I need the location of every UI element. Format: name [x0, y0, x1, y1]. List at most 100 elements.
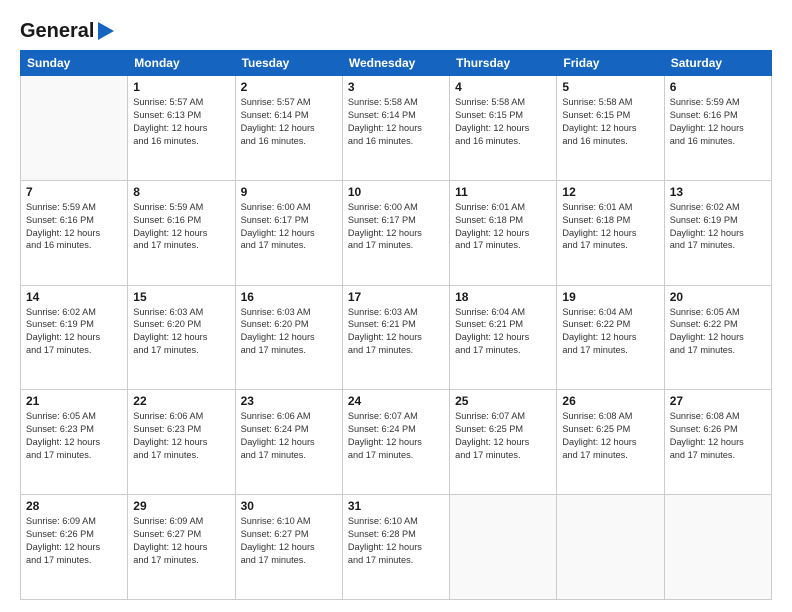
day-number: 19 — [562, 290, 658, 304]
day-cell: 20 Sunrise: 6:05 AMSunset: 6:22 PMDayligh… — [664, 285, 771, 390]
logo-general: General — [20, 21, 94, 41]
day-info: Sunrise: 6:10 AMSunset: 6:27 PMDaylight:… — [241, 515, 337, 567]
day-number: 9 — [241, 185, 337, 199]
day-number: 20 — [670, 290, 766, 304]
day-number: 12 — [562, 185, 658, 199]
day-info: Sunrise: 6:02 AMSunset: 6:19 PMDaylight:… — [26, 306, 122, 358]
day-cell: 10Sunrise: 6:00 AMSunset: 6:17 PMDayligh… — [342, 180, 449, 285]
day-number: 8 — [133, 185, 229, 199]
day-number: 29 — [133, 499, 229, 513]
day-info: Sunrise: 5:57 AMSunset: 6:13 PMDaylight:… — [133, 96, 229, 148]
weekday-header-sunday: Sunday — [21, 51, 128, 76]
day-info: Sunrise: 6:03 AMSunset: 6:21 PMDaylight:… — [348, 306, 444, 358]
day-info: Sunrise: 6:03 AMSunset: 6:20 PMDaylight:… — [133, 306, 229, 358]
day-number: 23 — [241, 394, 337, 408]
day-cell — [557, 495, 664, 600]
page: General SundayMondayTuesdayWednesdayThur… — [0, 0, 792, 612]
day-cell: 13Sunrise: 6:02 AMSunset: 6:19 PMDayligh… — [664, 180, 771, 285]
day-info: Sunrise: 6:05 AMSunset: 6:23 PMDaylight:… — [26, 410, 122, 462]
day-cell: 12 Sunrise: 6:01 AMSunset: 6:18 PMDayligh… — [557, 180, 664, 285]
day-cell: 5 Sunrise: 5:58 AMSunset: 6:15 PMDaylight… — [557, 76, 664, 181]
day-info: Sunrise: 6:04 AMSunset: 6:21 PMDaylight:… — [455, 306, 551, 358]
day-cell: 31 Sunrise: 6:10 AMSunset: 6:28 PMDayligh… — [342, 495, 449, 600]
day-cell: 23Sunrise: 6:06 AMSunset: 6:24 PMDayligh… — [235, 390, 342, 495]
day-number: 17 — [348, 290, 444, 304]
day-number: 26 — [562, 394, 658, 408]
day-cell: 30 Sunrise: 6:10 AMSunset: 6:27 PMDayligh… — [235, 495, 342, 600]
day-number: 18 — [455, 290, 551, 304]
day-info: Sunrise: 6:05 AMSunset: 6:22 PMDaylight:… — [670, 306, 766, 358]
logo-triangle-icon — [96, 20, 116, 42]
day-number: 22 — [133, 394, 229, 408]
day-number: 6 — [670, 80, 766, 94]
calendar-table: SundayMondayTuesdayWednesdayThursdayFrid… — [20, 50, 772, 600]
week-row-4: 21 Sunrise: 6:05 AMSunset: 6:23 PMDayligh… — [21, 390, 772, 495]
weekday-header-monday: Monday — [128, 51, 235, 76]
day-cell: 8 Sunrise: 5:59 AMSunset: 6:16 PMDaylight… — [128, 180, 235, 285]
day-number: 24 — [348, 394, 444, 408]
day-cell: 29 Sunrise: 6:09 AMSunset: 6:27 PMDayligh… — [128, 495, 235, 600]
day-info: Sunrise: 6:08 AMSunset: 6:25 PMDaylight:… — [562, 410, 658, 462]
day-number: 5 — [562, 80, 658, 94]
day-cell: 3 Sunrise: 5:58 AMSunset: 6:14 PMDaylight… — [342, 76, 449, 181]
day-number: 3 — [348, 80, 444, 94]
day-info: Sunrise: 6:04 AMSunset: 6:22 PMDaylight:… — [562, 306, 658, 358]
day-cell — [21, 76, 128, 181]
day-cell — [664, 495, 771, 600]
day-info: Sunrise: 5:58 AMSunset: 6:15 PMDaylight:… — [562, 96, 658, 148]
day-info: Sunrise: 6:03 AMSunset: 6:20 PMDaylight:… — [241, 306, 337, 358]
day-cell: 17 Sunrise: 6:03 AMSunset: 6:21 PMDayligh… — [342, 285, 449, 390]
day-number: 7 — [26, 185, 122, 199]
day-info: Sunrise: 6:07 AMSunset: 6:24 PMDaylight:… — [348, 410, 444, 462]
day-cell: 26 Sunrise: 6:08 AMSunset: 6:25 PMDayligh… — [557, 390, 664, 495]
day-cell: 19 Sunrise: 6:04 AMSunset: 6:22 PMDayligh… — [557, 285, 664, 390]
day-info: Sunrise: 6:00 AMSunset: 6:17 PMDaylight:… — [241, 201, 337, 253]
day-info: Sunrise: 5:58 AMSunset: 6:14 PMDaylight:… — [348, 96, 444, 148]
day-cell: 9 Sunrise: 6:00 AMSunset: 6:17 PMDaylight… — [235, 180, 342, 285]
day-number: 14 — [26, 290, 122, 304]
day-number: 11 — [455, 185, 551, 199]
day-number: 10 — [348, 185, 444, 199]
day-info: Sunrise: 6:10 AMSunset: 6:28 PMDaylight:… — [348, 515, 444, 567]
day-info: Sunrise: 5:59 AMSunset: 6:16 PMDaylight:… — [133, 201, 229, 253]
day-cell: 25 Sunrise: 6:07 AMSunset: 6:25 PMDayligh… — [450, 390, 557, 495]
day-number: 25 — [455, 394, 551, 408]
day-cell: 18 Sunrise: 6:04 AMSunset: 6:21 PMDayligh… — [450, 285, 557, 390]
day-number: 31 — [348, 499, 444, 513]
day-cell: 1 Sunrise: 5:57 AMSunset: 6:13 PMDaylight… — [128, 76, 235, 181]
day-info: Sunrise: 6:08 AMSunset: 6:26 PMDaylight:… — [670, 410, 766, 462]
header: General — [20, 18, 772, 40]
day-info: Sunrise: 6:01 AMSunset: 6:18 PMDaylight:… — [455, 201, 551, 253]
week-row-2: 7 Sunrise: 5:59 AMSunset: 6:16 PMDaylight… — [21, 180, 772, 285]
week-row-1: 1 Sunrise: 5:57 AMSunset: 6:13 PMDaylight… — [21, 76, 772, 181]
day-cell: 4Sunrise: 5:58 AMSunset: 6:15 PMDaylight… — [450, 76, 557, 181]
day-cell: 2 Sunrise: 5:57 AMSunset: 6:14 PMDaylight… — [235, 76, 342, 181]
day-info: Sunrise: 6:07 AMSunset: 6:25 PMDaylight:… — [455, 410, 551, 462]
day-cell — [450, 495, 557, 600]
day-info: Sunrise: 5:59 AMSunset: 6:16 PMDaylight:… — [26, 201, 122, 253]
day-number: 27 — [670, 394, 766, 408]
day-cell: 11 Sunrise: 6:01 AMSunset: 6:18 PMDayligh… — [450, 180, 557, 285]
day-number: 16 — [241, 290, 337, 304]
calendar-header-row: SundayMondayTuesdayWednesdayThursdayFrid… — [21, 51, 772, 76]
day-number: 21 — [26, 394, 122, 408]
weekday-header-saturday: Saturday — [664, 51, 771, 76]
day-cell: 28Sunrise: 6:09 AMSunset: 6:26 PMDayligh… — [21, 495, 128, 600]
day-cell: 7 Sunrise: 5:59 AMSunset: 6:16 PMDaylight… — [21, 180, 128, 285]
day-info: Sunrise: 6:02 AMSunset: 6:19 PMDaylight:… — [670, 201, 766, 253]
day-cell: 24 Sunrise: 6:07 AMSunset: 6:24 PMDayligh… — [342, 390, 449, 495]
day-info: Sunrise: 5:59 AMSunset: 6:16 PMDaylight:… — [670, 96, 766, 148]
day-info: Sunrise: 5:58 AMSunset: 6:15 PMDaylight:… — [455, 96, 551, 148]
day-info: Sunrise: 5:57 AMSunset: 6:14 PMDaylight:… — [241, 96, 337, 148]
day-number: 1 — [133, 80, 229, 94]
day-number: 30 — [241, 499, 337, 513]
day-info: Sunrise: 6:09 AMSunset: 6:26 PMDaylight:… — [26, 515, 122, 567]
day-cell: 16 Sunrise: 6:03 AMSunset: 6:20 PMDayligh… — [235, 285, 342, 390]
day-info: Sunrise: 6:09 AMSunset: 6:27 PMDaylight:… — [133, 515, 229, 567]
day-cell: 22Sunrise: 6:06 AMSunset: 6:23 PMDayligh… — [128, 390, 235, 495]
day-info: Sunrise: 6:01 AMSunset: 6:18 PMDaylight:… — [562, 201, 658, 253]
day-cell: 6 Sunrise: 5:59 AMSunset: 6:16 PMDaylight… — [664, 76, 771, 181]
week-row-5: 28Sunrise: 6:09 AMSunset: 6:26 PMDayligh… — [21, 495, 772, 600]
logo: General — [20, 18, 116, 40]
day-number: 2 — [241, 80, 337, 94]
